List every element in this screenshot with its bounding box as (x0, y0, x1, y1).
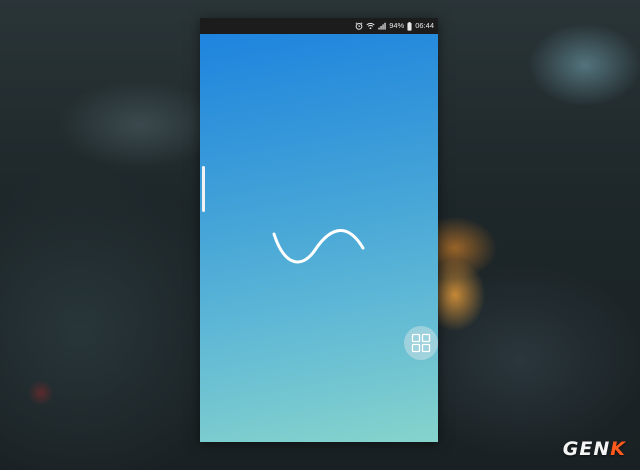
genk-watermark: GENK (563, 438, 626, 460)
watermark-accent-letter: K (610, 438, 626, 460)
background-photo: 94% 06:44 GENK (0, 0, 640, 470)
grid-icon (411, 333, 431, 353)
alarm-icon (355, 21, 363, 31)
signal-icon (378, 21, 386, 31)
background-light-spot (28, 380, 54, 406)
sine-wave-icon (272, 229, 365, 264)
floating-grid-button[interactable] (404, 326, 438, 360)
wifi-icon (366, 21, 375, 31)
status-time: 06:44 (415, 21, 434, 30)
watermark-text: GEN (562, 438, 611, 460)
app-screen (200, 34, 438, 442)
battery-icon (407, 21, 412, 31)
phone-frame: 94% 06:44 (200, 18, 438, 442)
battery-percent: 94% (389, 21, 405, 30)
status-bar: 94% 06:44 (200, 18, 438, 34)
edge-panel-handle[interactable] (202, 166, 205, 212)
